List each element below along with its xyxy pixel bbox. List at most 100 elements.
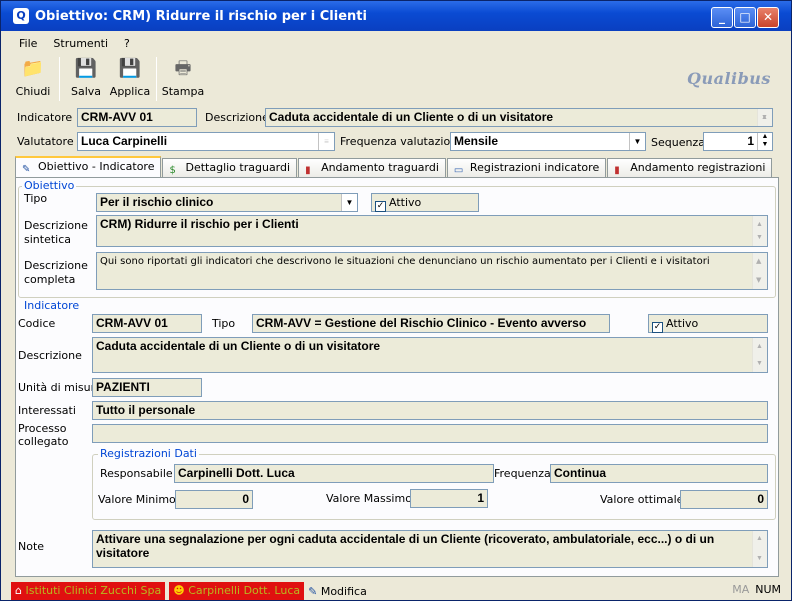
tab-andamento-registrazioni[interactable]: ▮ Andamento registrazioni [607, 158, 773, 178]
close-tool-label: Chiudi [15, 85, 51, 98]
responsible-field[interactable]: Carpinelli Dott. Luca [174, 464, 494, 483]
notes-field[interactable]: Attivare una segnalazione per ogni cadut… [92, 530, 768, 568]
active-label: Attivo [389, 196, 422, 209]
unit-field[interactable]: PAZIENTI [92, 378, 202, 397]
main-window: Q Obiettivo: CRM) Ridurre il rischio per… [0, 0, 792, 601]
description-field[interactable]: Caduta accidentale di un Cliente o di un… [265, 108, 773, 127]
checkmark-icon: ✓ [652, 322, 663, 333]
code-field[interactable]: CRM-AVV 01 [92, 314, 202, 333]
tab-bar: ✎ Obiettivo - Indicatore $ Dettaglio tragu… [15, 156, 773, 178]
print-label: Stampa [161, 85, 205, 98]
checkmark-icon: ✓ [375, 201, 386, 212]
type-select[interactable]: Per il rischio clinico ▼ [96, 193, 358, 212]
tab-registrazioni-indicatore[interactable]: ▭ Registrazioni indicatore [446, 158, 607, 178]
menu-help[interactable]: ? [116, 37, 138, 55]
min-value-field[interactable]: 0 [175, 490, 253, 509]
chevron-down-icon[interactable]: ▼ [341, 194, 357, 211]
objective-active-checkbox[interactable]: ✓ Attivo [371, 193, 479, 212]
frequency-label: Frequenza valutazione [340, 135, 464, 148]
short-desc-field[interactable]: CRM) Ridurre il rischio per i Clienti [96, 215, 768, 247]
minimize-button[interactable]: _ [711, 7, 733, 28]
process-field[interactable] [92, 424, 768, 443]
indicator-group-label: Indicatore [22, 299, 82, 312]
save-button[interactable]: 💾 Salva [64, 57, 108, 103]
tab-panel: Obiettivo Tipo Per il rischio clinico ▼ ✓… [15, 177, 779, 577]
print-button[interactable]: 🖶 Stampa [161, 57, 205, 103]
indicator-active-checkbox[interactable]: ✓ Attivo [648, 314, 768, 333]
frequency-select[interactable]: Mensile ▼ [450, 132, 646, 151]
description-label: Descrizione [205, 111, 269, 124]
indicator-type-field[interactable]: CRM-AVV = Gestione del Rischio Clinico -… [252, 314, 610, 333]
active-label: Attivo [666, 317, 699, 330]
description-scrollbar[interactable] [757, 109, 772, 126]
folder-icon: 📁 [21, 58, 45, 79]
user-name: Carpinelli Dott. Luca [188, 584, 301, 597]
full-desc-field[interactable]: Qui sono riportati gli indicatori che de… [96, 252, 768, 290]
status-indicators: MA NUM [732, 583, 781, 596]
optimal-value-label: Valore ottimale [600, 493, 684, 506]
code-label: Codice [18, 317, 56, 330]
bar-chart-icon: ▮ [305, 165, 311, 176]
reg-frequency-label: Frequenza [494, 467, 551, 480]
apply-button[interactable]: 💾 Applica [108, 57, 152, 103]
num-indicator: NUM [755, 583, 781, 596]
indicator-field[interactable]: CRM-AVV 01 [77, 108, 197, 127]
full-desc-scrollbar[interactable] [752, 253, 767, 289]
optimal-value-field[interactable]: 0 [680, 490, 768, 509]
chevron-down-icon[interactable]: ▼ [629, 133, 645, 150]
mode-status: ✎ Modifica [308, 585, 367, 598]
tab-dettaglio-traguardi[interactable]: $ Dettaglio traguardi [162, 158, 298, 178]
short-desc-scrollbar[interactable] [752, 216, 767, 246]
spinner-arrows-icon[interactable]: ▲ ▼ [757, 133, 772, 150]
apply-icon: 💾 [118, 58, 142, 79]
reg-frequency-field[interactable]: Continua [550, 464, 768, 483]
bar-chart-icon: ▮ [614, 165, 620, 176]
apply-label: Applica [109, 85, 151, 98]
save-label: Salva [70, 85, 102, 98]
tab-andamento-traguardi[interactable]: ▮ Andamento traguardi [298, 158, 446, 178]
close-tool-button[interactable]: 📁 Chiudi [11, 57, 55, 103]
menu-strumenti[interactable]: Strumenti [45, 37, 116, 55]
notes-label: Note [18, 540, 45, 553]
evaluator-field[interactable]: Luca Carpinelli ≡ [77, 132, 335, 151]
sequence-spinner[interactable]: 1 ▲ ▼ [703, 132, 773, 151]
app-icon: Q [13, 8, 29, 24]
tab-label: Andamento traguardi [321, 161, 439, 174]
tab-label: Obiettivo - Indicatore [38, 160, 155, 173]
indicator-desc-scrollbar[interactable] [752, 338, 767, 372]
menu-bar: File Strumenti ? [11, 37, 138, 55]
process-label: Processo collegato [18, 422, 69, 448]
description-value: Caduta accidentale di un Cliente o di un… [269, 110, 554, 124]
notes-value: Attivare una segnalazione per ogni cadut… [96, 532, 715, 560]
sequence-label: Sequenza [651, 136, 705, 149]
interested-field[interactable]: Tutto il personale [92, 401, 768, 420]
indicator-label: Indicatore [17, 111, 73, 124]
company-name: Istituti Clinici Zucchi Spa [25, 584, 162, 597]
notes-scrollbar[interactable] [752, 531, 767, 567]
maximize-button[interactable]: □ [734, 7, 756, 28]
registrations-group-label: Registrazioni Dati [98, 447, 199, 460]
tab-obiettivo-indicatore[interactable]: ✎ Obiettivo - Indicatore [15, 156, 162, 178]
status-bar: ⌂ Istituti Clinici Zucchi Spa ☻ Carpinel… [11, 581, 785, 601]
frequency-value: Mensile [454, 134, 499, 148]
mode-text: Modifica [320, 584, 367, 598]
type-label: Tipo [24, 192, 48, 205]
ma-indicator: MA [732, 583, 750, 596]
tab-label: Andamento registrazioni [630, 161, 766, 174]
printer-icon: 🖶 [174, 58, 192, 79]
form-icon: ▭ [453, 165, 464, 176]
min-value-label: Valore Minimo [98, 493, 176, 506]
toolbar-separator [59, 57, 60, 101]
indicator-desc-field[interactable]: Caduta accidentale di un Cliente o di un… [92, 337, 768, 373]
indicator-desc-value: Caduta accidentale di un Cliente o di un… [96, 339, 381, 353]
home-icon: ⌂ [15, 584, 26, 597]
close-button[interactable]: ✕ [757, 7, 779, 28]
type-value: Per il rischio clinico [100, 195, 214, 209]
evaluator-dropdown-icon[interactable]: ≡ [318, 133, 334, 150]
money-icon: $ [169, 165, 176, 176]
max-value-field[interactable]: 1 [410, 489, 488, 508]
unit-label: Unità di misura [18, 381, 102, 394]
toolbar-separator [156, 57, 157, 101]
menu-file[interactable]: File [11, 37, 45, 55]
user-icon: ☻ [173, 584, 189, 597]
